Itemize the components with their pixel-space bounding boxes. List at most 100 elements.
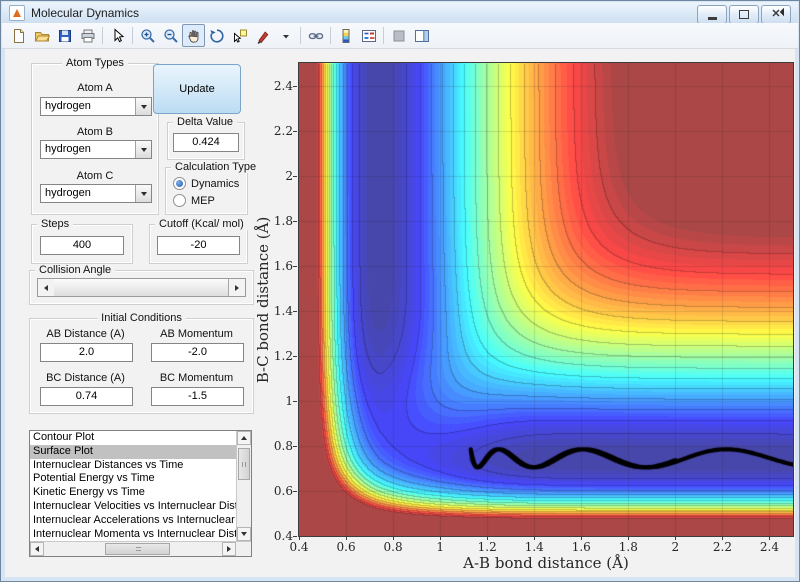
atom-types-panel: Atom Types Atom A hydrogen Atom B hydrog… [31, 57, 159, 215]
slider-left-button[interactable] [38, 279, 55, 296]
x-tick-mark [440, 536, 442, 540]
atom-b-dropdown-button[interactable] [135, 141, 151, 158]
y-axis-label: B-C bond distance (Å) [254, 216, 272, 384]
mep-radio[interactable] [173, 194, 186, 207]
y-tick-mark [293, 400, 297, 402]
x-tick-label: 1.2 [477, 540, 497, 554]
cutoff-field[interactable]: -20 [157, 236, 240, 255]
title-bar[interactable]: Molecular Dynamics ✕ [2, 2, 798, 24]
slider-right-button[interactable] [228, 279, 245, 296]
initial-conditions-title: Initial Conditions [97, 312, 186, 324]
matlab-figure-icon [9, 4, 25, 21]
app-window: Molecular Dynamics ✕ Atom Types Atom A h… [0, 0, 800, 582]
arrow-right-icon [227, 546, 231, 552]
hide-plot-tools-icon[interactable] [387, 24, 410, 47]
bc-distance-field[interactable]: 0.74 [40, 387, 133, 406]
pan-hand-icon[interactable] [182, 24, 205, 47]
atom-b-dropdown[interactable]: hydrogen [40, 140, 152, 159]
save-icon[interactable] [53, 24, 76, 47]
calculation-type-title: Calculation Type [171, 161, 261, 173]
insert-legend-icon[interactable] [357, 24, 380, 47]
y-tick-label: 0.6 [273, 483, 293, 498]
scroll-down-button[interactable] [237, 527, 251, 541]
ab-momentum-field[interactable]: -2.0 [151, 343, 244, 362]
restore-button[interactable] [729, 5, 759, 24]
x-tick-mark [299, 536, 300, 540]
zoom-in-icon[interactable] [136, 24, 159, 47]
zoom-out-icon[interactable] [159, 24, 182, 47]
x-tick-mark [393, 536, 395, 540]
x-tick-mark [769, 536, 771, 540]
update-button[interactable]: Update [153, 64, 241, 114]
x-tick-mark [534, 536, 536, 540]
brush-icon[interactable] [251, 24, 274, 47]
data-cursor-icon[interactable] [228, 24, 251, 47]
atom-c-dropdown[interactable]: hydrogen [40, 184, 152, 203]
chevron-down-icon [140, 147, 147, 152]
arrow-cursor-icon[interactable] [106, 24, 129, 47]
plot-type-listbox[interactable]: Contour Plot Surface Plot Internuclear Dis… [29, 430, 252, 557]
list-item[interactable]: Potential Energy vs Time [30, 472, 236, 486]
list-item[interactable]: Internuclear Distances vs Time [30, 459, 236, 473]
thumb-grip [242, 462, 246, 467]
list-item[interactable]: Contour Plot [30, 431, 236, 445]
y-tick-mark [293, 355, 297, 357]
x-tick-label: 2.4 [759, 540, 780, 554]
screenshot-stage: Molecular Dynamics ✕ Atom Types Atom A h… [0, 0, 800, 584]
dropdown-caret-icon[interactable] [274, 24, 297, 47]
horizontal-scrollbar[interactable] [30, 541, 251, 556]
list-item[interactable]: Internuclear Accelerations vs Internucle… [30, 514, 236, 528]
list-item[interactable]: Internuclear Velocities vs Internuclear … [30, 500, 236, 514]
vertical-scroll-thumb[interactable] [238, 448, 250, 480]
ab-distance-field[interactable]: 2.0 [40, 343, 133, 362]
close-button[interactable]: ✕ [761, 5, 791, 24]
plot-type-items: Contour Plot Surface Plot Internuclear Dis… [30, 431, 236, 541]
steps-field[interactable]: 400 [40, 236, 124, 255]
atom-a-dropdown[interactable]: hydrogen [40, 97, 152, 116]
slider-thumb[interactable] [54, 279, 230, 296]
x-axis-label: A-B bond distance (Å) [463, 554, 629, 572]
y-tick-label: 2.2 [273, 123, 293, 138]
show-plot-tools-icon[interactable] [410, 24, 433, 47]
x-tick-label: 2 [671, 540, 680, 554]
y-tick-mark [293, 490, 297, 492]
atom-c-dropdown-button[interactable] [135, 185, 151, 202]
mep-radio-row[interactable]: MEP [173, 194, 215, 207]
list-item[interactable]: Internuclear Momenta vs Internuclear Dis… [30, 528, 236, 541]
scroll-up-button[interactable] [237, 431, 251, 445]
scroll-left-button[interactable] [30, 542, 44, 556]
open-folder-icon[interactable] [30, 24, 53, 47]
insert-colorbar-icon[interactable] [334, 24, 357, 47]
collision-angle-slider[interactable] [37, 278, 246, 297]
y-tick-label: 0.4 [273, 529, 293, 543]
print-icon[interactable] [76, 24, 99, 47]
potential-energy-surface-canvas[interactable] [299, 63, 793, 536]
atom-a-dropdown-button[interactable] [135, 98, 151, 115]
delta-value-field[interactable]: 0.424 [173, 133, 239, 152]
bc-momentum-field[interactable]: -1.5 [151, 387, 244, 406]
mep-radio-label: MEP [191, 194, 215, 207]
link-plot-icon[interactable] [304, 24, 327, 47]
scroll-right-button[interactable] [222, 542, 236, 556]
bc-momentum-label: BC Momentum [159, 372, 234, 384]
minimize-button[interactable] [697, 5, 727, 24]
atom-c-value: hydrogen [45, 187, 91, 199]
contour-plot-axes[interactable] [298, 62, 794, 537]
dynamics-radio-row[interactable]: Dynamics [173, 177, 239, 190]
y-tick-mark [293, 175, 297, 177]
new-document-icon[interactable] [7, 24, 30, 47]
x-tick-label: 0.8 [383, 540, 403, 554]
list-item[interactable]: Kinetic Energy vs Time [30, 486, 236, 500]
dynamics-radio[interactable] [173, 177, 186, 190]
vertical-scrollbar[interactable] [236, 431, 251, 541]
x-tick-mark [581, 536, 583, 540]
y-tick-mark [293, 85, 297, 87]
steps-title: Steps [37, 218, 74, 230]
horizontal-scroll-thumb[interactable] [105, 543, 170, 555]
toolbar-separator [132, 27, 133, 44]
toolbar-separator [330, 27, 331, 44]
rotate-3d-icon[interactable] [205, 24, 228, 47]
cutoff-panel: Cutoff (Kcal/ mol) -20 [149, 218, 248, 264]
ab-distance-label: AB Distance (A) [46, 328, 125, 340]
list-item[interactable]: Surface Plot [30, 444, 236, 459]
